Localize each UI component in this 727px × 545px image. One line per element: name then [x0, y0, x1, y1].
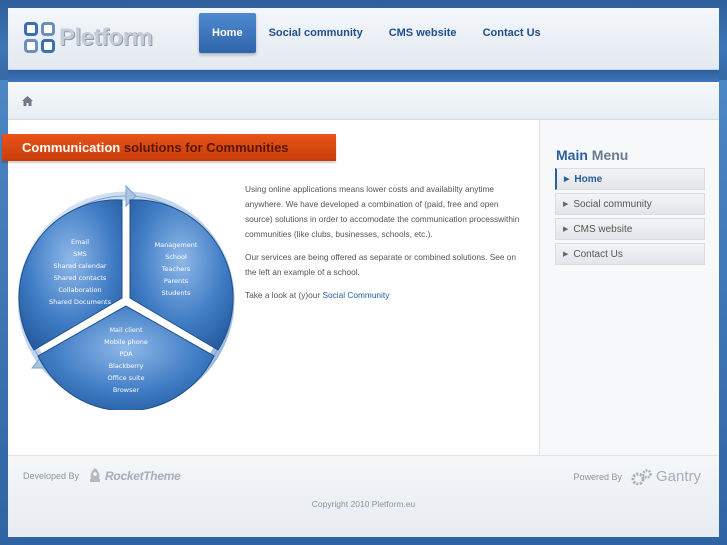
seg2-item: School [165, 253, 187, 261]
main-nav: Home Social community CMS website Contac… [199, 13, 554, 53]
menu-item-contact-us[interactable]: ▶ Contact Us [555, 243, 705, 265]
gears-icon [631, 468, 652, 485]
site-logo[interactable]: Pletform [24, 22, 153, 53]
seg3-item: Mobile phone [104, 338, 148, 346]
caret-right-icon: ▶ [563, 226, 569, 233]
title-part1: Communication [22, 140, 121, 155]
developed-by-label: Developed By [23, 471, 80, 481]
seg1-item: Collaboration [58, 286, 101, 294]
menu-item-label: Home [574, 173, 603, 185]
sidebar-title-part2: Menu [591, 147, 629, 163]
nav-social-community[interactable]: Social community [256, 13, 376, 53]
sidebar-title-part1: Main [556, 147, 588, 163]
seg1-item: Email [71, 238, 89, 246]
title-part2: solutions for Communities [123, 140, 289, 155]
home-icon[interactable] [22, 96, 33, 106]
page-title-bar: Communication solutions for Communities [2, 134, 336, 161]
breadcrumb [8, 82, 719, 120]
nav-home[interactable]: Home [199, 13, 256, 53]
copyright: Copyright 2010 Pletform.eu [311, 499, 416, 509]
sidebar: Main Menu ▶ Home ▶ Social community ▶ CMS w… [539, 120, 719, 455]
page-container: Pletform Home Social community CMS websi… [2, 8, 719, 537]
seg3-item: Office suite [108, 374, 145, 382]
rockettheme-text: RocketTheme [105, 469, 181, 483]
gantry-logo[interactable]: Gantry [631, 468, 701, 485]
seg2-item: Parents [164, 277, 189, 285]
paragraph: Our services are being offered as separa… [245, 252, 517, 277]
logo-squares-icon [24, 22, 55, 53]
communication-cycle-diagram: Email SMS Shared calendar Shared contact… [18, 184, 235, 410]
rocket-icon [90, 468, 101, 482]
developed-by: Developed By RocketTheme [23, 468, 181, 484]
header-band [8, 70, 719, 82]
seg3-item: Browser [113, 386, 140, 394]
logo-text: Pletform [59, 23, 153, 51]
main-content: Communication solutions for Communities [2, 120, 535, 455]
seg1-item: Shared contacts [54, 274, 107, 282]
menu-item-label: CMS website [573, 223, 633, 235]
nav-cms-website[interactable]: CMS website [376, 13, 470, 53]
menu-item-label: Social community [573, 198, 652, 210]
seg1-item: Shared Documents [49, 298, 112, 306]
paragraph: Using online applications means lower co… [245, 184, 520, 239]
page-title: Communication solutions for Communities [2, 134, 336, 155]
caret-right-icon: ▶ [563, 201, 569, 208]
gantry-text: Gantry [655, 468, 701, 485]
seg2-item: Teachers [161, 265, 191, 273]
paragraph-text: Take a look at (y)our [245, 290, 321, 300]
seg2-item: Students [162, 289, 192, 297]
nav-contact-us[interactable]: Contact Us [470, 13, 554, 53]
site-footer: Developed By RocketTheme Powered By Gant… [8, 455, 719, 537]
caret-right-icon: ▶ [564, 176, 570, 183]
powered-by: Powered By Gantry [573, 468, 701, 485]
menu-item-cms-website[interactable]: ▶ CMS website [555, 218, 705, 240]
paragraph: Take a look at (y)our Social Community [245, 288, 528, 303]
site-header: Pletform Home Social community CMS websi… [8, 8, 719, 70]
menu-item-social-community[interactable]: ▶ Social community [555, 193, 705, 215]
seg2-item: Management [155, 241, 198, 249]
intro-text: Using online applications means lower co… [245, 182, 528, 311]
rockettheme-logo[interactable]: RocketTheme [88, 468, 181, 484]
social-community-link[interactable]: Social Community [322, 290, 389, 300]
powered-by-label: Powered By [573, 471, 622, 482]
seg1-item: Shared calendar [53, 262, 107, 270]
sidebar-title: Main Menu [556, 147, 628, 163]
menu-item-label: Contact Us [573, 248, 623, 260]
menu-item-home[interactable]: ▶ Home [555, 168, 705, 190]
main-menu: ▶ Home ▶ Social community ▶ CMS website ▶ Co… [555, 168, 705, 268]
seg3-item: Blackberry [109, 362, 144, 370]
seg1-item: SMS [73, 250, 87, 258]
caret-right-icon: ▶ [563, 251, 569, 258]
seg3-item: Mail client [109, 326, 143, 334]
seg3-item: PDA [119, 350, 133, 358]
